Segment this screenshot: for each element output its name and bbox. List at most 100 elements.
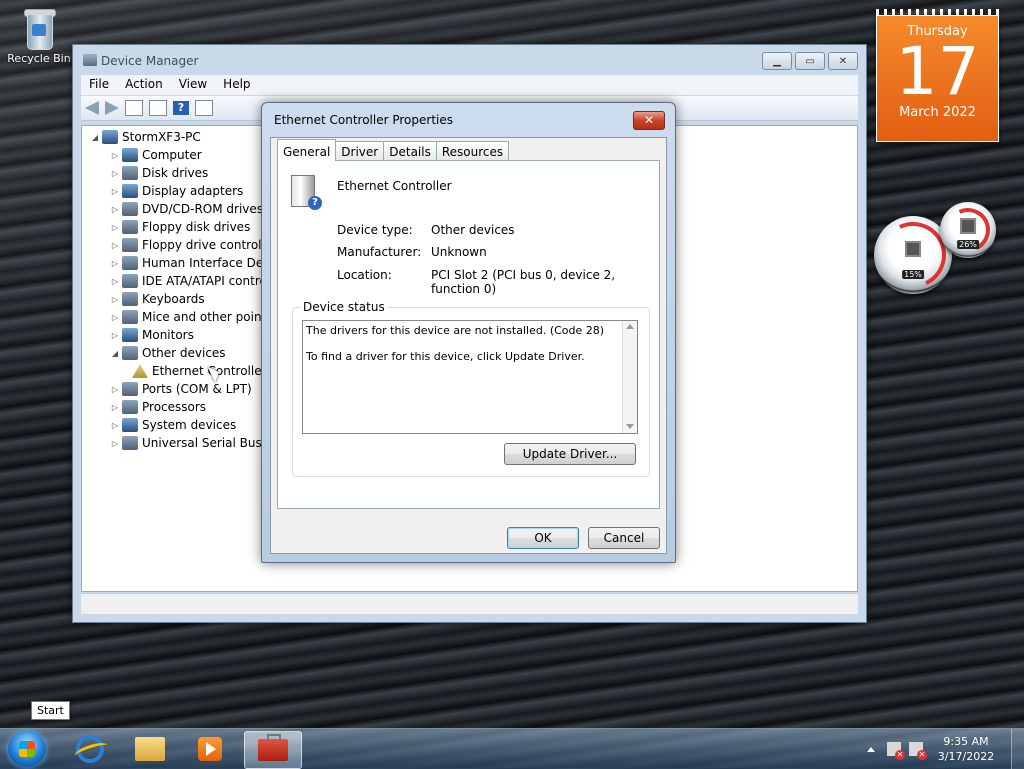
- expand-icon[interactable]: ▷: [110, 205, 120, 214]
- tab-details[interactable]: Details: [383, 141, 437, 161]
- close-button[interactable]: ✕: [828, 52, 858, 70]
- network-icon[interactable]: [887, 742, 905, 760]
- start-tooltip: Start: [31, 701, 70, 720]
- expand-icon[interactable]: ▷: [110, 169, 120, 178]
- tab-resources[interactable]: Resources: [435, 141, 510, 161]
- tree-root[interactable]: ◢ StormXF3-PC: [90, 128, 280, 146]
- tab-general[interactable]: General: [277, 139, 337, 161]
- maximize-button[interactable]: ▭: [795, 52, 825, 70]
- expand-icon[interactable]: ▷: [110, 403, 120, 412]
- expand-icon[interactable]: ▷: [110, 277, 120, 286]
- tree-item-display-adapters[interactable]: ▷ Display adapters: [110, 182, 280, 200]
- ok-button[interactable]: OK: [507, 527, 579, 549]
- tree-item-floppy-controller[interactable]: ▷ Floppy drive controller: [110, 236, 280, 254]
- ide-controller-icon: [122, 274, 138, 288]
- tree-item-label: Monitors: [142, 328, 194, 342]
- tree-item-ide[interactable]: ▷ IDE ATA/ATAPI contro: [110, 272, 280, 290]
- tree-item-label: DVD/CD-ROM drives: [142, 202, 264, 216]
- tree-item-label: System devices: [142, 418, 237, 432]
- keyboard-icon: [122, 292, 138, 306]
- tree-item-label: Computer: [142, 148, 202, 162]
- tab-driver[interactable]: Driver: [335, 141, 385, 161]
- tree-item-processors[interactable]: ▷ Processors: [110, 398, 280, 416]
- tree-item-monitors[interactable]: ▷ Monitors: [110, 326, 280, 344]
- taskbar-internet-explorer[interactable]: [62, 731, 118, 767]
- taskbar-media-player[interactable]: [182, 731, 238, 767]
- back-icon[interactable]: [85, 101, 99, 115]
- device-manager-icon: [83, 54, 97, 66]
- tree-item-floppy-drives[interactable]: ▷ Floppy disk drives: [110, 218, 280, 236]
- tree-item-usb[interactable]: ▷ Universal Serial Bus co: [110, 434, 280, 452]
- taskbar-windows-explorer[interactable]: [122, 731, 178, 767]
- status-scrollbar[interactable]: [622, 321, 637, 433]
- calendar-gadget[interactable]: Thursday 17 March 2022: [876, 9, 999, 142]
- dialog-close-button[interactable]: ✕: [633, 111, 665, 130]
- expand-icon[interactable]: ▷: [110, 259, 120, 268]
- scroll-down-icon[interactable]: [626, 424, 634, 429]
- properties-dialog[interactable]: Ethernet Controller Properties ✕ General…: [261, 102, 676, 563]
- cpu-meter-gadget[interactable]: 15% 26%: [870, 196, 1002, 298]
- folder-icon: [135, 737, 165, 761]
- menu-view[interactable]: View: [171, 75, 215, 95]
- menu-file[interactable]: File: [81, 75, 117, 95]
- tree-item-computer[interactable]: ▷ Computer: [110, 146, 280, 164]
- expand-icon[interactable]: ▷: [110, 151, 120, 160]
- tree-item-dvd-drives[interactable]: ▷ DVD/CD-ROM drives: [110, 200, 280, 218]
- recycle-bin-shortcut[interactable]: Recycle Bin: [4, 6, 74, 65]
- expand-icon[interactable]: ▷: [110, 241, 120, 250]
- show-desktop-button[interactable]: [1011, 729, 1024, 769]
- scroll-up-icon[interactable]: [626, 324, 634, 329]
- start-button[interactable]: [8, 731, 46, 767]
- expand-icon[interactable]: ▷: [110, 295, 120, 304]
- expand-icon[interactable]: ▷: [110, 385, 120, 394]
- tree-item-label: IDE ATA/ATAPI contro: [142, 274, 267, 288]
- clock-time: 9:35 AM: [943, 735, 989, 748]
- tree-item-disk-drives[interactable]: ▷ Disk drives: [110, 164, 280, 182]
- system-tray: 9:35 AM 3/17/2022: [867, 729, 1024, 769]
- expand-icon[interactable]: ▷: [110, 421, 120, 430]
- tree-item-label: Ports (COM & LPT): [142, 382, 252, 396]
- device-status-textbox[interactable]: The drivers for this device are not inst…: [302, 320, 638, 434]
- menu-help[interactable]: Help: [215, 75, 258, 95]
- tree-item-label: Other devices: [142, 346, 226, 360]
- expand-icon[interactable]: ▷: [110, 187, 120, 196]
- expand-icon[interactable]: ▷: [110, 313, 120, 322]
- floppy-drive-icon: [122, 220, 138, 234]
- device-type-value: Other devices: [431, 223, 515, 237]
- location-value: PCI Slot 2 (PCI bus 0, device 2, functio…: [431, 268, 616, 296]
- clock[interactable]: 9:35 AM 3/17/2022: [931, 734, 1001, 764]
- tree-item-mice[interactable]: ▷ Mice and other pointin: [110, 308, 280, 326]
- tree-item-system-devices[interactable]: ▷ System devices: [110, 416, 280, 434]
- taskbar-device-manager[interactable]: [244, 731, 302, 769]
- device-manager-titlebar[interactable]: Device Manager ▁ ▭ ✕: [73, 45, 866, 75]
- device-status-label: Device status: [301, 300, 387, 314]
- properties-icon[interactable]: [149, 100, 167, 116]
- update-driver-icon[interactable]: [195, 100, 213, 116]
- cancel-button[interactable]: Cancel: [588, 527, 660, 549]
- manufacturer-value: Unknown: [431, 245, 487, 259]
- menu-action[interactable]: Action: [117, 75, 171, 95]
- expand-icon[interactable]: ▷: [110, 223, 120, 232]
- forward-icon[interactable]: [105, 101, 119, 115]
- collapse-icon[interactable]: ◢: [110, 349, 120, 358]
- tree-item-other-devices[interactable]: ◢ Other devices: [110, 344, 280, 362]
- general-tab-page: ? Ethernet Controller Device type: Other…: [277, 160, 660, 509]
- tree-item-keyboards[interactable]: ▷ Keyboards: [110, 290, 280, 308]
- media-player-icon: [198, 737, 222, 761]
- minimize-button[interactable]: ▁: [762, 52, 792, 70]
- help-icon[interactable]: ?: [173, 101, 189, 115]
- tree-item-hid[interactable]: ▷ Human Interface Devic: [110, 254, 280, 272]
- tree-item-ethernet-controller[interactable]: Ethernet Controller: [110, 362, 280, 380]
- disk-drive-icon: [122, 166, 138, 180]
- tree-item-ports[interactable]: ▷ Ports (COM & LPT): [110, 380, 280, 398]
- show-hide-tree-icon[interactable]: [125, 100, 143, 116]
- expand-icon[interactable]: ▷: [110, 439, 120, 448]
- show-hidden-icons-icon[interactable]: [867, 746, 875, 752]
- update-driver-button[interactable]: Update Driver...: [504, 443, 636, 465]
- tree-item-label: Universal Serial Bus co: [142, 436, 280, 450]
- expand-icon[interactable]: ▷: [110, 331, 120, 340]
- volume-icon[interactable]: [909, 742, 927, 760]
- collapse-icon[interactable]: ◢: [90, 133, 100, 142]
- usb-icon: [122, 436, 138, 450]
- system-device-icon: [122, 418, 138, 432]
